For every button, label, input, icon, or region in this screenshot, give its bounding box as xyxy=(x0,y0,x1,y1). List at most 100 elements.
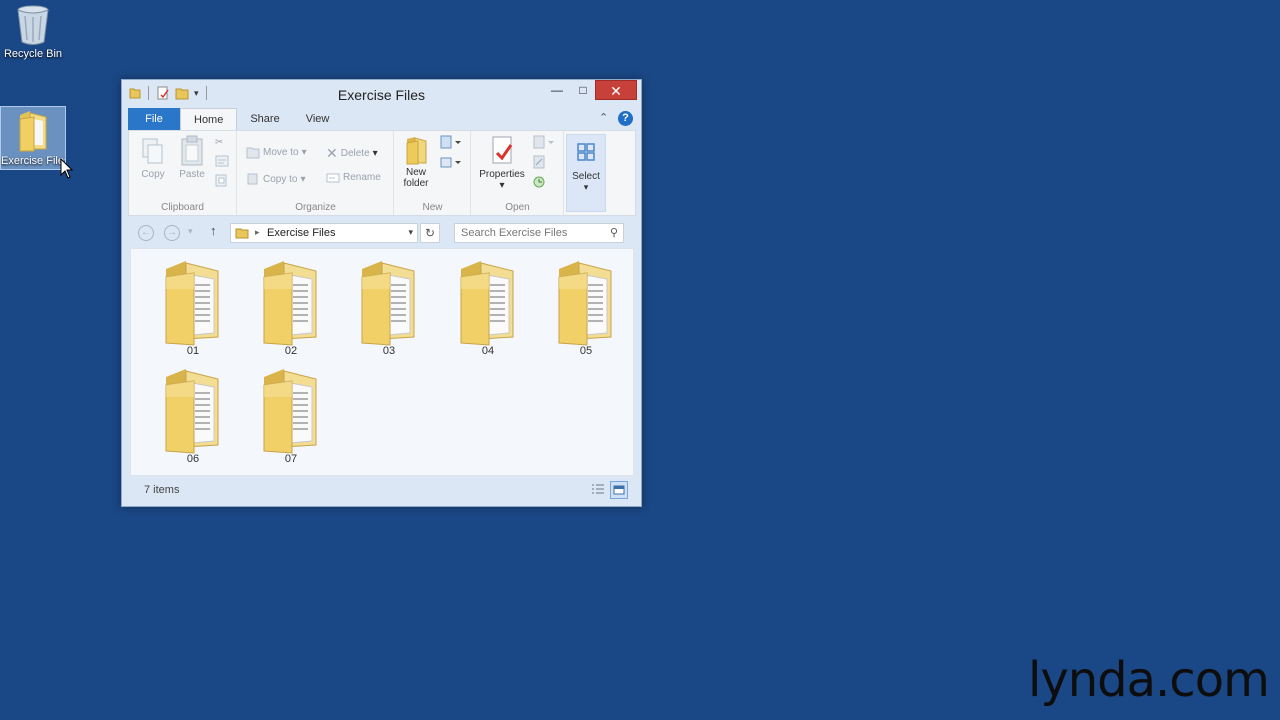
chevron-down-icon: ▾ xyxy=(499,180,505,191)
breadcrumb[interactable]: Exercise Files xyxy=(267,227,335,239)
navigation-bar: ← → ▾ ↑ ▸ Exercise Files ▾ ↻ Search Exer… xyxy=(128,220,636,246)
new-folder-button[interactable]: New folder xyxy=(399,135,433,189)
chevron-down-icon: ▾ xyxy=(372,148,378,159)
file-explorer-window: ▾ Exercise Files — □ ✕ File Home Share V… xyxy=(121,79,642,507)
item-count: 7 items xyxy=(144,484,180,496)
organize-group: Move to ▾ Copy to ▾ ✕ Delete ▾ Rename Organ… xyxy=(238,131,394,215)
collapse-ribbon-icon[interactable]: ⌃ xyxy=(599,111,608,124)
copy-to-button[interactable]: Copy to ▾ xyxy=(246,172,306,186)
clipboard-group-label: Clipboard xyxy=(161,202,204,213)
delete-label: Delete xyxy=(340,148,370,159)
minimize-button[interactable]: — xyxy=(544,80,570,100)
search-input[interactable]: Search Exercise Files ⚲ xyxy=(454,223,624,243)
folder-icon xyxy=(263,260,317,346)
recent-locations-icon[interactable]: ▾ xyxy=(188,226,193,237)
paste-button[interactable]: Paste xyxy=(175,135,209,180)
folder-name: 01 xyxy=(186,345,200,357)
select-button[interactable]: Select ▾ xyxy=(566,134,606,212)
maximize-button[interactable]: □ xyxy=(570,80,596,100)
large-icons-view-button[interactable] xyxy=(610,481,628,499)
recycle-bin-desktop-icon[interactable]: Recycle Bin xyxy=(0,4,66,68)
ribbon: Copy Paste ✂ Clipboard Move to ▾ Copy to ▾… xyxy=(128,130,636,216)
details-view-button[interactable] xyxy=(590,481,608,499)
chevron-down-icon: ▾ xyxy=(301,146,307,158)
copy-to-label: Copy to xyxy=(263,173,298,185)
copy-to-icon xyxy=(247,173,258,185)
copy-icon xyxy=(142,138,163,164)
folder-icon xyxy=(460,260,514,346)
new-folder-label-line1: New xyxy=(405,167,426,178)
open-group-label: Open xyxy=(505,202,530,213)
rename-button[interactable]: Rename xyxy=(326,172,381,183)
select-label: Select xyxy=(572,171,600,182)
folder-icon xyxy=(558,260,612,346)
new-folder-label-line2: folder xyxy=(403,178,429,189)
recycle-bin-label: Recycle Bin xyxy=(3,48,63,60)
folder-icon xyxy=(165,368,219,454)
delete-icon: ✕ xyxy=(326,145,338,161)
new-folder-icon xyxy=(406,137,427,165)
chevron-down-icon[interactable]: ▾ xyxy=(408,227,413,238)
cut-icon[interactable]: ✂ xyxy=(215,137,223,148)
address-bar[interactable]: ▸ Exercise Files ▾ xyxy=(230,223,418,243)
paste-label: Paste xyxy=(179,169,205,180)
close-button[interactable]: ✕ xyxy=(595,80,637,100)
details-view-icon xyxy=(592,484,604,494)
back-button[interactable]: ← xyxy=(138,225,154,241)
search-placeholder: Search Exercise Files xyxy=(461,227,568,239)
folder-icon xyxy=(19,111,47,152)
copy-path-icon[interactable] xyxy=(215,155,229,167)
lynda-watermark: lynda.com xyxy=(1028,652,1270,708)
title-bar[interactable]: ▾ Exercise Files — □ ✕ xyxy=(122,80,641,108)
delete-button[interactable]: ✕ Delete ▾ xyxy=(326,145,378,162)
search-icon: ⚲ xyxy=(609,227,618,239)
breadcrumb-separator-icon: ▸ xyxy=(255,227,260,237)
open-icon[interactable] xyxy=(532,135,554,149)
tab-view[interactable]: View xyxy=(293,108,343,130)
folder-name: 03 xyxy=(382,345,396,357)
folder-item[interactable]: 03 xyxy=(349,257,429,361)
paste-shortcut-icon[interactable] xyxy=(215,173,227,187)
folder-item[interactable]: 07 xyxy=(251,365,331,469)
folder-name: 02 xyxy=(284,345,298,357)
folder-item[interactable]: 04 xyxy=(448,257,528,361)
status-bar: 7 items xyxy=(130,478,634,502)
folder-name: 06 xyxy=(186,453,200,465)
exercise-files-label: Exercise Files xyxy=(1,155,65,167)
folder-item[interactable]: 01 xyxy=(153,257,233,361)
properties-button[interactable]: Properties ▾ xyxy=(474,135,530,191)
history-icon[interactable] xyxy=(532,175,546,189)
new-group-label: New xyxy=(422,202,443,213)
ribbon-tabs: File Home Share View xyxy=(128,108,636,130)
recycle-bin-icon xyxy=(17,5,49,45)
file-list: 01 02 03 04 05 06 07 xyxy=(130,248,634,476)
mouse-cursor-icon xyxy=(60,158,74,179)
tab-file[interactable]: File xyxy=(128,108,180,130)
edit-icon[interactable] xyxy=(532,155,546,169)
folder-item[interactable]: 06 xyxy=(153,365,233,469)
folder-name: 07 xyxy=(284,453,298,465)
new-group: New folder New xyxy=(395,131,471,215)
move-to-button[interactable]: Move to ▾ xyxy=(246,145,307,159)
exercise-files-desktop-icon[interactable]: Exercise Files xyxy=(0,106,66,170)
folder-item[interactable]: 05 xyxy=(546,257,626,361)
folder-item[interactable]: 02 xyxy=(251,257,331,361)
folder-name: 05 xyxy=(579,345,593,357)
refresh-button[interactable]: ↻ xyxy=(420,223,440,243)
clipboard-group: Copy Paste ✂ Clipboard xyxy=(129,131,237,215)
help-icon[interactable]: ? xyxy=(618,111,633,126)
forward-button[interactable]: → xyxy=(164,225,180,241)
folder-icon xyxy=(235,228,249,239)
folder-icon xyxy=(361,260,415,346)
up-arrow-icon[interactable]: ↑ xyxy=(210,223,217,238)
paste-icon xyxy=(181,135,203,166)
chevron-down-icon: ▾ xyxy=(300,173,306,185)
tab-home[interactable]: Home xyxy=(180,108,238,130)
easy-access-icon[interactable] xyxy=(439,155,461,169)
rename-label: Rename xyxy=(343,172,381,183)
rename-icon xyxy=(326,173,340,182)
organize-group-label: Organize xyxy=(295,202,336,213)
new-item-icon[interactable] xyxy=(439,135,461,149)
copy-button[interactable]: Copy xyxy=(137,137,169,180)
tab-share[interactable]: Share xyxy=(237,108,292,130)
